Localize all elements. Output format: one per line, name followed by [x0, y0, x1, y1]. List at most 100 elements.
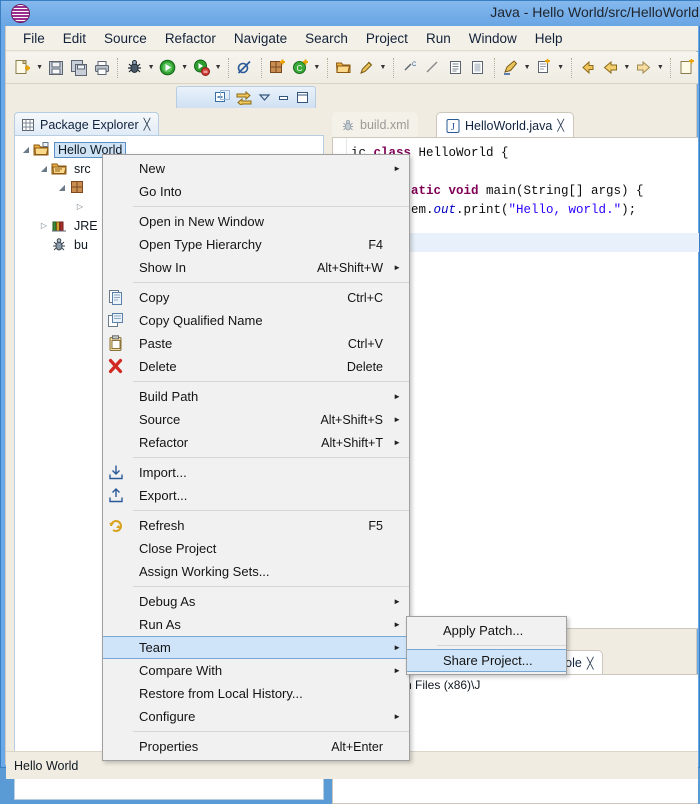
open-type-icon[interactable]	[333, 56, 355, 80]
svg-text:C: C	[296, 64, 302, 73]
context-menu-item-open-type-hierarchy[interactable]: Open Type HierarchyF4►	[103, 233, 409, 256]
run-icon[interactable]	[157, 56, 179, 80]
context-menu-item-accelerator: Ctrl+C	[347, 290, 383, 305]
expand-twisty-icon[interactable]: ◢	[19, 145, 33, 154]
menu-source[interactable]: Source	[95, 28, 156, 49]
link-with-editor-icon[interactable]	[236, 90, 252, 105]
close-icon[interactable]: ╳	[557, 119, 564, 132]
context-menu-items: New►Go Into► Open in New Window►Open Type…	[103, 157, 409, 758]
submenu-item-apply-patch[interactable]: Apply Patch...►	[407, 619, 566, 642]
close-icon[interactable]: ╳	[144, 118, 151, 131]
context-menu-item-compare-with[interactable]: Compare With ►	[103, 659, 409, 682]
collapse-twisty-icon[interactable]: ▷	[37, 221, 51, 230]
context-menu-item-import[interactable]: Import...►	[103, 461, 409, 484]
external-tools-dropdown-arrow[interactable]: ▼	[213, 56, 223, 80]
debug-icon[interactable]	[123, 56, 145, 80]
debug-dropdown-arrow[interactable]: ▼	[146, 56, 156, 80]
java-file-icon: J	[446, 118, 460, 133]
context-menu-item-copy[interactable]: CopyCtrl+C►	[103, 286, 409, 309]
context-menu-item-team[interactable]: Team ►	[103, 636, 409, 659]
context-menu-item-show-in[interactable]: Show In Alt+Shift+W ►	[103, 256, 409, 279]
context-menu-item-close-project[interactable]: Close Project►	[103, 537, 409, 560]
context-menu-item-delete[interactable]: DeleteDelete►	[103, 355, 409, 378]
new-wizard-icon[interactable]	[12, 56, 34, 80]
toolbar-separator	[326, 57, 328, 78]
skip-breakpoints-icon[interactable]	[234, 56, 256, 80]
collapse-all-icon[interactable]	[215, 90, 230, 105]
menu-edit[interactable]: Edit	[54, 28, 95, 49]
new-wizard-dropdown-arrow[interactable]: ▼	[35, 56, 45, 80]
tab-helloworld-java[interactable]: J HelloWorld.java ╳	[436, 112, 574, 138]
save-icon[interactable]	[46, 56, 68, 80]
context-menu-item-source[interactable]: Source Alt+Shift+S ►	[103, 408, 409, 431]
context-menu-item-properties[interactable]: PropertiesAlt+Enter►	[103, 735, 409, 758]
toggle-mark-occurrences-icon[interactable]	[444, 56, 466, 80]
tab-build-xml[interactable]: build.xml	[332, 112, 419, 138]
next-annotation-icon[interactable]: C	[399, 56, 421, 80]
context-menu-item-label: Go Into	[139, 184, 182, 199]
expand-twisty-icon[interactable]: ◢	[55, 183, 69, 192]
back-history-icon[interactable]	[577, 56, 599, 80]
context-menu-item-debug-as[interactable]: Debug As ►	[103, 590, 409, 613]
context-menu-item-label: Refresh	[139, 518, 185, 533]
view-menu-icon[interactable]	[258, 91, 271, 104]
menu-project[interactable]: Project	[357, 28, 417, 49]
new-java-package-icon[interactable]	[267, 56, 289, 80]
run-dropdown-arrow[interactable]: ▼	[180, 56, 190, 80]
context-menu-item-restore-from-local-history[interactable]: Restore from Local History...►	[103, 682, 409, 705]
menu-search[interactable]: Search	[296, 28, 357, 49]
close-icon[interactable]: ╳	[587, 657, 594, 670]
context-menu-item-export[interactable]: Export...►	[103, 484, 409, 507]
new-java-class-icon[interactable]: C	[289, 56, 311, 80]
menu-window[interactable]: Window	[460, 28, 526, 49]
open-task-dropdown-arrow[interactable]: ▼	[556, 56, 566, 80]
context-menu-item-label: Run As	[139, 617, 181, 632]
context-menu-item-go-into[interactable]: Go Into►	[103, 180, 409, 203]
context-menu-item-configure[interactable]: Configure ►	[103, 705, 409, 728]
last-edit-dropdown-arrow[interactable]: ▼	[522, 56, 532, 80]
menu-navigate[interactable]: Navigate	[225, 28, 296, 49]
submenu-item-share-project[interactable]: Share Project...►	[407, 649, 566, 672]
context-menu-item-accelerator: Alt+Shift+W	[317, 260, 383, 275]
new-java-class-dropdown-arrow[interactable]: ▼	[312, 56, 322, 80]
context-menu-item-build-path[interactable]: Build Path ►	[103, 385, 409, 408]
last-edit-location-icon[interactable]	[500, 56, 522, 80]
code-token: out	[433, 203, 457, 217]
expand-twisty-icon[interactable]: ◢	[37, 164, 51, 173]
tool-bar: ▼ ▼ ▼ ▼ C ▼ ▼ C ▼ ▼ ▼ ▼	[6, 52, 698, 84]
context-menu-item-paste[interactable]: PasteCtrl+V►	[103, 332, 409, 355]
context-menu-item-refresh[interactable]: RefreshF5►	[103, 514, 409, 537]
forward-icon[interactable]	[633, 56, 655, 80]
status-text: Hello World	[14, 758, 79, 773]
search-icon[interactable]	[355, 56, 377, 80]
menu-run[interactable]: Run	[417, 28, 460, 49]
no-icon	[108, 662, 126, 679]
new-window-icon[interactable]	[676, 56, 698, 80]
menu-help[interactable]: Help	[526, 28, 572, 49]
context-menu-item-label: Paste	[139, 336, 173, 351]
back-dropdown-arrow[interactable]: ▼	[622, 56, 632, 80]
menu-refactor[interactable]: Refactor	[156, 28, 225, 49]
menu-file[interactable]: File	[14, 28, 54, 49]
context-menu-item-open-in-new-window[interactable]: Open in New Window►	[103, 210, 409, 233]
minimize-icon[interactable]	[277, 91, 290, 104]
context-menu-item-run-as[interactable]: Run As ►	[103, 613, 409, 636]
toggle-block-selection-icon[interactable]	[467, 56, 489, 80]
open-task-icon[interactable]	[533, 56, 555, 80]
tab-package-explorer[interactable]: Package Explorer ╳	[14, 112, 160, 136]
no-icon	[108, 708, 126, 725]
back-icon[interactable]	[599, 56, 621, 80]
previous-annotation-icon[interactable]	[422, 56, 444, 80]
context-menu-item-refactor[interactable]: Refactor Alt+Shift+T ►	[103, 431, 409, 454]
print-icon[interactable]	[91, 56, 113, 80]
forward-dropdown-arrow[interactable]: ▼	[655, 56, 665, 80]
search-dropdown-arrow[interactable]: ▼	[378, 56, 388, 80]
context-menu-item-assign-working-sets[interactable]: Assign Working Sets...►	[103, 560, 409, 583]
save-all-icon[interactable]	[68, 56, 90, 80]
context-menu-item-copy-qualified-name[interactable]: Copy Qualified Name►	[103, 309, 409, 332]
collapse-twisty-icon[interactable]: ▷	[73, 202, 87, 211]
tree-label: bu	[74, 237, 88, 252]
maximize-icon[interactable]	[296, 91, 309, 104]
context-menu-item-new[interactable]: New ►	[103, 157, 409, 180]
external-tools-icon[interactable]	[190, 56, 212, 80]
